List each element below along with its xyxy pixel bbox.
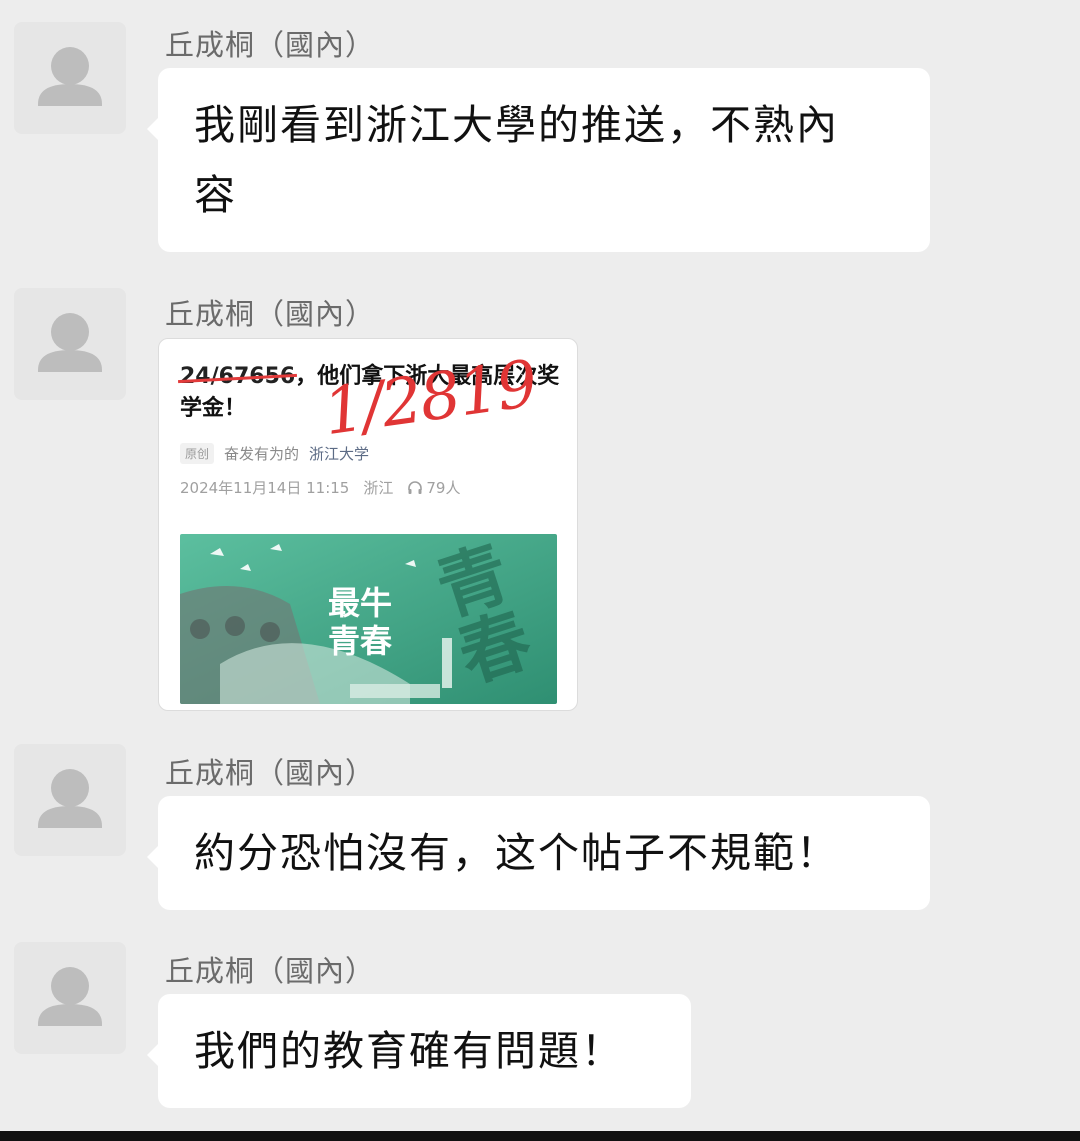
avatar[interactable] bbox=[14, 942, 126, 1054]
article-location: 浙江 bbox=[363, 479, 394, 497]
default-user-avatar-icon bbox=[38, 47, 102, 106]
sender-name: 丘成桐（國內） bbox=[165, 28, 376, 62]
article-listeners: 79人 bbox=[426, 479, 461, 497]
sender-name: 丘成桐（國內） bbox=[165, 954, 376, 988]
avatar[interactable] bbox=[14, 288, 126, 400]
message-bubble[interactable]: 我剛看到浙江大學的推送，不熟內 容 bbox=[147, 68, 930, 252]
article-title-struck-number: 24/67656 bbox=[180, 364, 296, 389]
sender-name: 丘成桐（國內） bbox=[165, 297, 376, 331]
article-date: 2024年11月14日 11:15 bbox=[180, 479, 350, 497]
message-bubble[interactable]: 約分恐怕沒有，这个帖子不規範！ bbox=[147, 796, 930, 910]
message-bubble[interactable]: 我們的教育確有問題！ bbox=[147, 994, 691, 1108]
article-account[interactable]: 浙江大学 bbox=[309, 443, 369, 464]
default-user-avatar-icon bbox=[38, 313, 102, 372]
screen-bottom-edge bbox=[0, 1131, 1080, 1141]
sender-name: 丘成桐（國內） bbox=[165, 756, 376, 790]
article-cover-image: 最牛 青春 青春 bbox=[180, 534, 557, 704]
headphone-icon bbox=[408, 480, 423, 494]
message-text-line: 我們的教育確有問題！ bbox=[194, 1027, 624, 1075]
avatar[interactable] bbox=[14, 744, 126, 856]
message-text-line: 我剛看到浙江大學的推送，不熟內 bbox=[194, 101, 839, 149]
cover-slogan-line: 最牛 bbox=[328, 584, 393, 622]
default-user-avatar-icon bbox=[38, 769, 102, 828]
article-source-row: 原创 奋发有为的 浙江大学 bbox=[180, 443, 369, 464]
original-tag: 原创 bbox=[180, 443, 215, 464]
message-text-line: 容 bbox=[194, 171, 237, 219]
cover-slogan: 最牛 青春 bbox=[328, 584, 392, 660]
article-author: 奋发有为的 bbox=[224, 445, 300, 463]
cover-slogan-line: 青春 bbox=[328, 622, 393, 660]
message-text-line: 約分恐怕沒有，这个帖子不規範！ bbox=[194, 829, 839, 877]
shared-article-card[interactable]: 24/67656，他们拿下浙大最高层次奖学金！ 1/2819 原创 奋发有为的 … bbox=[158, 338, 578, 711]
avatar[interactable] bbox=[14, 22, 126, 134]
default-user-avatar-icon bbox=[38, 967, 102, 1026]
article-info-row: 2024年11月14日 11:15 浙江 79人 bbox=[180, 477, 460, 498]
